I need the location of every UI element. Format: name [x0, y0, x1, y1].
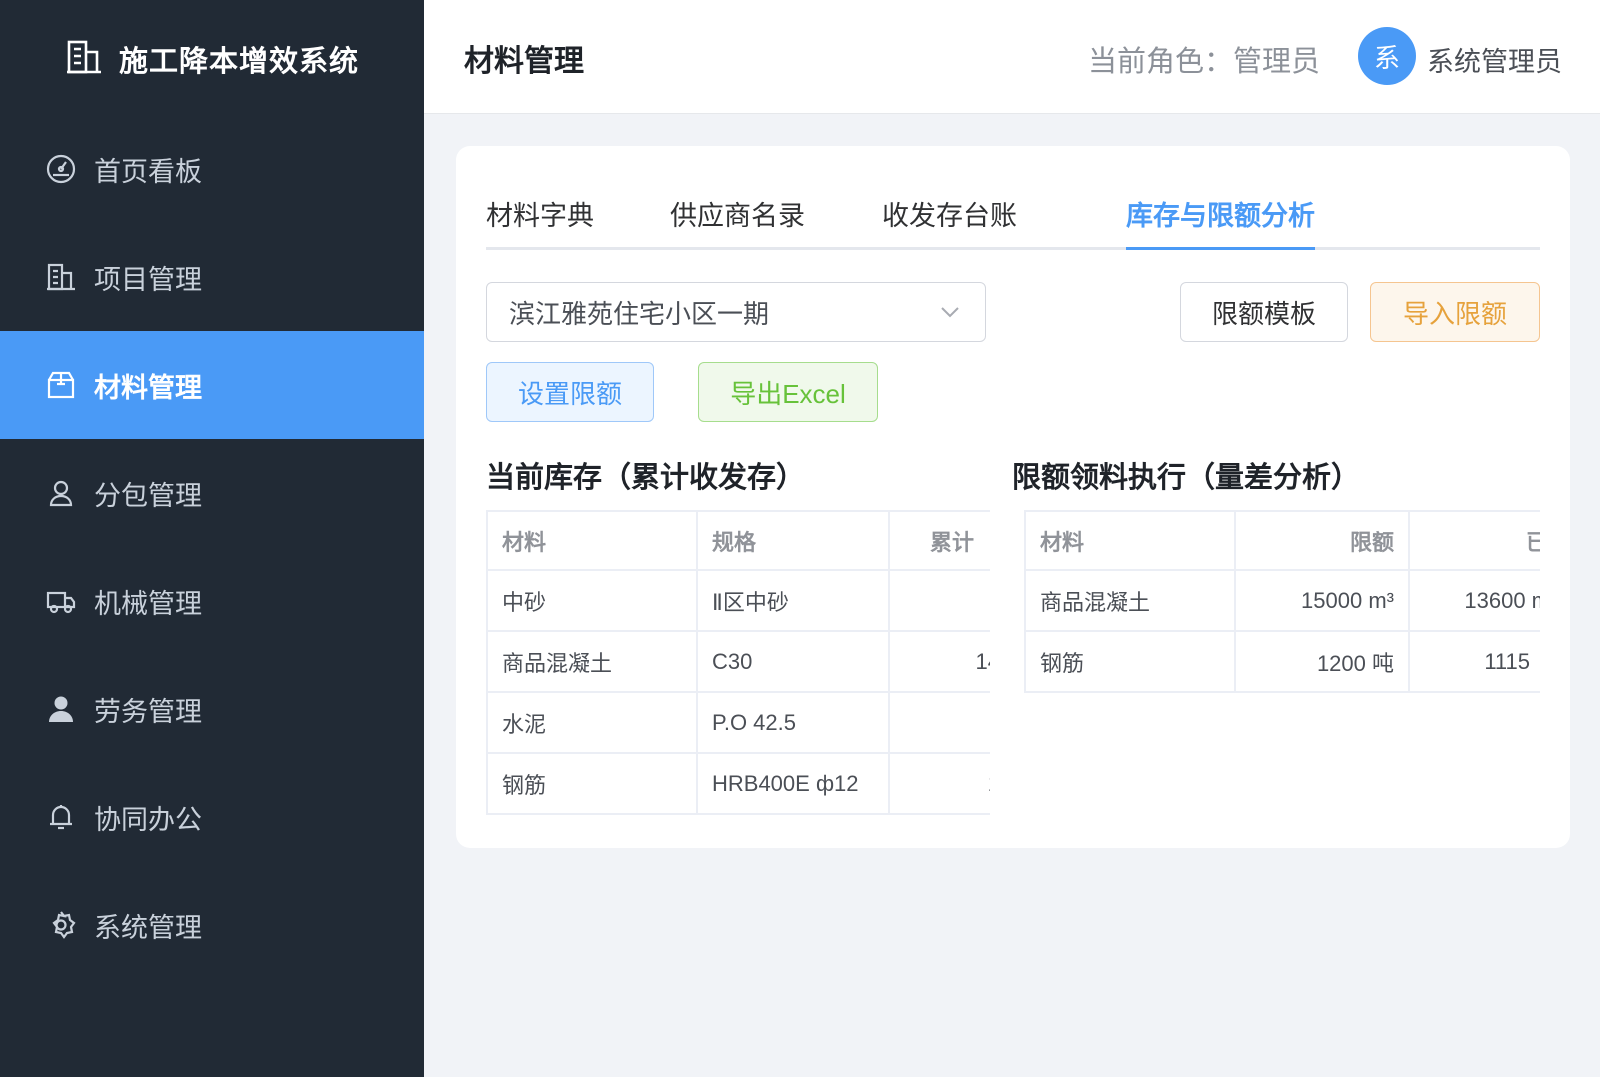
chevron-down-icon	[941, 307, 959, 318]
cell-spec: HRB400E ф12	[696, 752, 890, 815]
gear-icon	[46, 910, 76, 940]
project-select-value: 滨江雅苑住宅小区一期	[509, 298, 770, 329]
inventory-table-container[interactable]: 材料 规格 累计 中砂 Ⅱ区中砂 商品混凝土 C30 14 水泥	[486, 510, 990, 822]
table-row: 商品混凝土 C30 14	[486, 630, 990, 693]
quota-table: 材料 限额 已 商品混凝土 15000 m³ 13600 m 钢筋 1200 吨…	[1024, 510, 1540, 693]
sidebar-item-machinery[interactable]: 机械管理	[0, 547, 424, 655]
sidebar-item-label: 劳务管理	[94, 696, 202, 727]
sidebar: 施工降本增效系统 首页看板 项目管理 材料管理 分包管理 机械管理 劳务管理 协…	[0, 0, 424, 1077]
table-row: 中砂 Ⅱ区中砂	[486, 569, 990, 632]
column-header-cumulative: 累计	[888, 510, 990, 571]
cell-quota: 1200 吨	[1234, 630, 1410, 693]
cell-cumulative	[888, 569, 990, 632]
avatar[interactable]: 系	[1358, 27, 1416, 85]
cell-cumulative: 1	[888, 752, 990, 815]
sidebar-item-label: 协同办公	[94, 804, 202, 835]
tab-supplier-list[interactable]: 供应商名录	[670, 194, 805, 250]
sidebar-item-label: 首页看板	[94, 156, 202, 187]
set-quota-button[interactable]: 设置限额	[486, 362, 654, 422]
user-icon	[46, 694, 76, 724]
user-outline-icon	[46, 478, 76, 508]
bell-icon	[46, 802, 76, 832]
sidebar-item-projects[interactable]: 项目管理	[0, 223, 424, 331]
building-icon	[65, 38, 103, 81]
quota-section-title: 限额领料执行（量差分析）	[1012, 462, 1361, 494]
current-role: 当前角色：管理员	[1088, 46, 1321, 78]
sidebar-item-office[interactable]: 协同办公	[0, 763, 424, 871]
column-header-used: 已	[1408, 510, 1540, 571]
sidebar-item-label: 分包管理	[94, 480, 202, 511]
table-row: 水泥 P.O 42.5	[486, 691, 990, 754]
app-title: 施工降本增效系统	[118, 46, 359, 78]
cell-used: 13600 m	[1408, 569, 1540, 632]
column-header-quota: 限额	[1234, 510, 1410, 571]
cell-cumulative	[888, 691, 990, 754]
content-card: 材料字典 供应商名录 收发存台账 库存与限额分析 滨江雅苑住宅小区一期 限额模板…	[456, 146, 1570, 848]
cell-material: 中砂	[486, 569, 698, 632]
cell-spec: P.O 42.5	[696, 691, 890, 754]
project-select[interactable]: 滨江雅苑住宅小区一期	[486, 282, 986, 342]
column-header-material: 材料	[486, 510, 698, 571]
truck-icon	[46, 586, 76, 616]
sidebar-item-label: 项目管理	[94, 264, 202, 295]
column-header-material: 材料	[1024, 510, 1236, 571]
app-logo: 施工降本增效系统	[0, 0, 424, 118]
sidebar-item-system[interactable]: 系统管理	[0, 871, 424, 979]
table-row: 钢筋 HRB400E ф12 1	[486, 752, 990, 815]
sidebar-item-materials[interactable]: 材料管理	[0, 331, 424, 439]
inventory-section-title: 当前库存（累计收发存）	[486, 462, 806, 494]
import-quota-button[interactable]: 导入限额	[1370, 282, 1540, 342]
cell-material: 商品混凝土	[486, 630, 698, 693]
cell-cumulative: 14	[888, 630, 990, 693]
tab-material-dictionary[interactable]: 材料字典	[486, 194, 594, 250]
building-icon	[46, 262, 76, 292]
quota-template-button[interactable]: 限额模板	[1180, 282, 1348, 342]
inventory-table: 材料 规格 累计 中砂 Ⅱ区中砂 商品混凝土 C30 14 水泥	[486, 510, 990, 815]
sidebar-item-label: 系统管理	[94, 912, 202, 943]
export-excel-button[interactable]: 导出Excel	[698, 362, 878, 422]
cell-material: 商品混凝土	[1024, 569, 1236, 632]
cell-material: 钢筋	[1024, 630, 1236, 693]
tab-bar: 材料字典 供应商名录 收发存台账 库存与限额分析	[486, 194, 1540, 250]
sidebar-item-dashboard[interactable]: 首页看板	[0, 115, 424, 223]
cell-material: 水泥	[486, 691, 698, 754]
sidebar-item-label: 材料管理	[94, 372, 202, 403]
top-header: 材料管理 当前角色：管理员 系 系统管理员	[424, 0, 1600, 114]
cell-spec: Ⅱ区中砂	[696, 569, 890, 632]
cell-used: 1115	[1408, 630, 1540, 693]
box-icon	[46, 370, 76, 400]
tab-inventory-quota-analysis[interactable]: 库存与限额分析	[1126, 194, 1315, 250]
page-title: 材料管理	[464, 45, 584, 78]
quota-table-container[interactable]: 材料 限额 已 商品混凝土 15000 m³ 13600 m 钢筋 1200 吨…	[1024, 510, 1540, 700]
active-tab-indicator	[1126, 247, 1315, 250]
column-header-spec: 规格	[696, 510, 890, 571]
table-header-row: 材料 限额 已	[1024, 510, 1540, 571]
tab-inventory-ledger[interactable]: 收发存台账	[882, 194, 1017, 250]
dashboard-icon	[46, 154, 76, 184]
cell-quota: 15000 m³	[1234, 569, 1410, 632]
user-name[interactable]: 系统管理员	[1427, 40, 1562, 79]
table-row: 商品混凝土 15000 m³ 13600 m	[1024, 569, 1540, 632]
table-header-row: 材料 规格 累计	[486, 510, 990, 571]
sidebar-item-subcontract[interactable]: 分包管理	[0, 439, 424, 547]
table-row: 钢筋 1200 吨 1115	[1024, 630, 1540, 693]
sidebar-item-label: 机械管理	[94, 588, 202, 619]
cell-spec: C30	[696, 630, 890, 693]
cell-material: 钢筋	[486, 752, 698, 815]
sidebar-item-labor[interactable]: 劳务管理	[0, 655, 424, 763]
